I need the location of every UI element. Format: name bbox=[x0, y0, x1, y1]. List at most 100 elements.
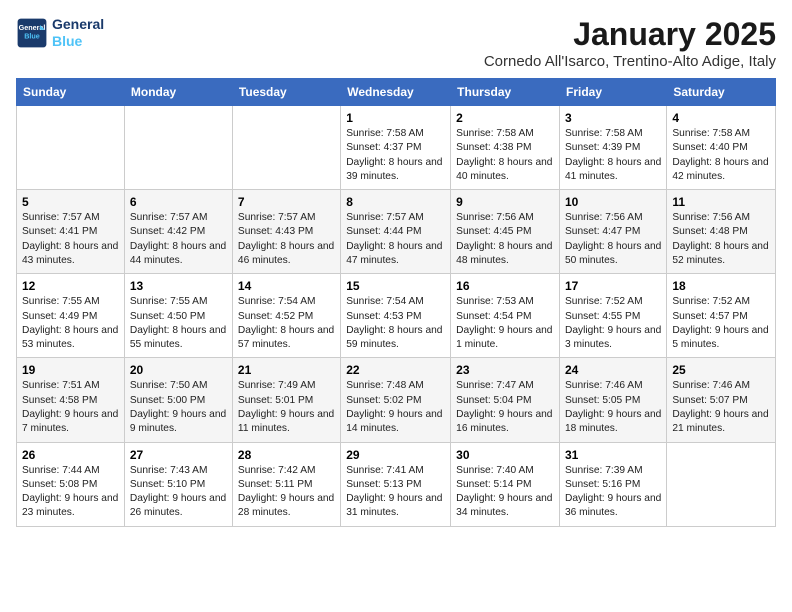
calendar-cell bbox=[667, 442, 776, 526]
day-number: 12 bbox=[22, 279, 119, 293]
calendar-cell: 4Sunrise: 7:58 AM Sunset: 4:40 PM Daylig… bbox=[667, 106, 776, 190]
day-number: 25 bbox=[672, 363, 770, 377]
day-number: 3 bbox=[565, 111, 661, 125]
day-number: 15 bbox=[346, 279, 445, 293]
day-number: 31 bbox=[565, 448, 661, 462]
day-number: 18 bbox=[672, 279, 770, 293]
logo-icon: General Blue bbox=[16, 17, 48, 49]
calendar-cell: 6Sunrise: 7:57 AM Sunset: 4:42 PM Daylig… bbox=[124, 190, 232, 274]
calendar-cell: 23Sunrise: 7:47 AM Sunset: 5:04 PM Dayli… bbox=[451, 358, 560, 442]
day-info: Sunrise: 7:57 AM Sunset: 4:44 PM Dayligh… bbox=[346, 211, 445, 268]
day-info: Sunrise: 7:50 AM Sunset: 5:00 PM Dayligh… bbox=[130, 379, 227, 436]
day-number: 27 bbox=[130, 448, 227, 462]
calendar-cell: 20 Sunrise: 7:50 AM Sunset: 5:00 PM Dayli… bbox=[124, 358, 232, 442]
day-info: Sunrise: 7:56 AM Sunset: 4:47 PM Dayligh… bbox=[565, 211, 661, 268]
day-number: 29 bbox=[346, 448, 445, 462]
day-number: 8 bbox=[346, 195, 445, 209]
day-number: 11 bbox=[672, 195, 770, 209]
day-number: 17 bbox=[565, 279, 661, 293]
day-number: 13 bbox=[130, 279, 227, 293]
calendar-cell: 13 Sunrise: 7:55 AM Sunset: 4:50 PM Dayli… bbox=[124, 274, 232, 358]
week-row-4: 19Sunrise: 7:51 AM Sunset: 4:58 PM Dayli… bbox=[17, 358, 776, 442]
day-number: 4 bbox=[672, 111, 770, 125]
calendar-cell: 27 Sunrise: 7:43 AM Sunset: 5:10 PM Dayli… bbox=[124, 442, 232, 526]
day-info: Sunrise: 7:46 AM Sunset: 5:05 PM Dayligh… bbox=[565, 379, 661, 436]
day-number: 7 bbox=[238, 195, 335, 209]
day-number: 22 bbox=[346, 363, 445, 377]
weekday-header-row: SundayMondayTuesdayWednesdayThursdayFrid… bbox=[17, 79, 776, 106]
calendar-cell: 26 Sunrise: 7:44 AM Sunset: 5:08 PM Dayli… bbox=[17, 442, 125, 526]
day-number: 20 bbox=[130, 363, 227, 377]
day-info: Sunrise: 7:49 AM Sunset: 5:01 PM Dayligh… bbox=[238, 379, 335, 436]
day-info: Sunrise: 7:55 AM Sunset: 4:50 PM Dayligh… bbox=[130, 295, 227, 352]
header: General Blue General Blue January 2025 C… bbox=[16, 16, 776, 70]
day-number: 2 bbox=[456, 111, 554, 125]
calendar-cell: 15 Sunrise: 7:54 AM Sunset: 4:53 PM Dayli… bbox=[341, 274, 451, 358]
day-info: Sunrise: 7:55 AM Sunset: 4:49 PM Dayligh… bbox=[22, 295, 119, 352]
calendar-cell: 2 Sunrise: 7:58 AM Sunset: 4:38 PM Daylig… bbox=[451, 106, 560, 190]
title-block: January 2025 Cornedo All'Isarco, Trentin… bbox=[484, 16, 776, 70]
day-number: 9 bbox=[456, 195, 554, 209]
week-row-1: 1 Sunrise: 7:58 AM Sunset: 4:37 PM Daylig… bbox=[17, 106, 776, 190]
weekday-header-friday: Friday bbox=[560, 79, 667, 106]
calendar-cell: 18 Sunrise: 7:52 AM Sunset: 4:57 PM Dayli… bbox=[667, 274, 776, 358]
day-info: Sunrise: 7:39 AM Sunset: 5:16 PM Dayligh… bbox=[565, 464, 661, 521]
day-number: 24 bbox=[565, 363, 661, 377]
calendar-cell: 1 Sunrise: 7:58 AM Sunset: 4:37 PM Daylig… bbox=[341, 106, 451, 190]
calendar-cell: 17 Sunrise: 7:52 AM Sunset: 4:55 PM Dayli… bbox=[560, 274, 667, 358]
location-title: Cornedo All'Isarco, Trentino-Alto Adige,… bbox=[484, 53, 776, 70]
calendar-cell: 28Sunrise: 7:42 AM Sunset: 5:11 PM Dayli… bbox=[232, 442, 340, 526]
month-title: January 2025 bbox=[484, 16, 776, 53]
svg-text:Blue: Blue bbox=[24, 31, 40, 40]
day-info: Sunrise: 7:51 AM Sunset: 4:58 PM Dayligh… bbox=[22, 379, 119, 436]
week-row-5: 26 Sunrise: 7:44 AM Sunset: 5:08 PM Dayli… bbox=[17, 442, 776, 526]
day-number: 1 bbox=[346, 111, 445, 125]
calendar-cell: 29Sunrise: 7:41 AM Sunset: 5:13 PM Dayli… bbox=[341, 442, 451, 526]
day-info: Sunrise: 7:57 AM Sunset: 4:41 PM Dayligh… bbox=[22, 211, 119, 268]
day-info: Sunrise: 7:52 AM Sunset: 4:57 PM Dayligh… bbox=[672, 295, 770, 352]
calendar-cell: 24 Sunrise: 7:46 AM Sunset: 5:05 PM Dayli… bbox=[560, 358, 667, 442]
calendar-cell: 12 Sunrise: 7:55 AM Sunset: 4:49 PM Dayli… bbox=[17, 274, 125, 358]
calendar-cell: 19Sunrise: 7:51 AM Sunset: 4:58 PM Dayli… bbox=[17, 358, 125, 442]
calendar-cell: 7 Sunrise: 7:57 AM Sunset: 4:43 PM Daylig… bbox=[232, 190, 340, 274]
day-info: Sunrise: 7:56 AM Sunset: 4:48 PM Dayligh… bbox=[672, 211, 770, 268]
day-number: 14 bbox=[238, 279, 335, 293]
day-number: 30 bbox=[456, 448, 554, 462]
logo-text: General Blue bbox=[52, 16, 104, 50]
day-info: Sunrise: 7:44 AM Sunset: 5:08 PM Dayligh… bbox=[22, 464, 119, 521]
weekday-header-wednesday: Wednesday bbox=[341, 79, 451, 106]
calendar-cell bbox=[232, 106, 340, 190]
calendar-cell: 3Sunrise: 7:58 AM Sunset: 4:39 PM Daylig… bbox=[560, 106, 667, 190]
day-number: 5 bbox=[22, 195, 119, 209]
day-info: Sunrise: 7:57 AM Sunset: 4:43 PM Dayligh… bbox=[238, 211, 335, 268]
weekday-header-sunday: Sunday bbox=[17, 79, 125, 106]
calendar-cell bbox=[17, 106, 125, 190]
calendar-cell bbox=[124, 106, 232, 190]
day-info: Sunrise: 7:54 AM Sunset: 4:52 PM Dayligh… bbox=[238, 295, 335, 352]
weekday-header-tuesday: Tuesday bbox=[232, 79, 340, 106]
day-number: 21 bbox=[238, 363, 335, 377]
day-info: Sunrise: 7:56 AM Sunset: 4:45 PM Dayligh… bbox=[456, 211, 554, 268]
day-number: 26 bbox=[22, 448, 119, 462]
day-info: Sunrise: 7:54 AM Sunset: 4:53 PM Dayligh… bbox=[346, 295, 445, 352]
calendar-cell: 14 Sunrise: 7:54 AM Sunset: 4:52 PM Dayli… bbox=[232, 274, 340, 358]
calendar-cell: 16Sunrise: 7:53 AM Sunset: 4:54 PM Dayli… bbox=[451, 274, 560, 358]
day-info: Sunrise: 7:52 AM Sunset: 4:55 PM Dayligh… bbox=[565, 295, 661, 352]
day-info: Sunrise: 7:58 AM Sunset: 4:37 PM Dayligh… bbox=[346, 127, 445, 184]
calendar-cell: 9 Sunrise: 7:56 AM Sunset: 4:45 PM Daylig… bbox=[451, 190, 560, 274]
calendar-cell: 10Sunrise: 7:56 AM Sunset: 4:47 PM Dayli… bbox=[560, 190, 667, 274]
day-info: Sunrise: 7:47 AM Sunset: 5:04 PM Dayligh… bbox=[456, 379, 554, 436]
calendar-cell: 5 Sunrise: 7:57 AM Sunset: 4:41 PM Daylig… bbox=[17, 190, 125, 274]
week-row-3: 12 Sunrise: 7:55 AM Sunset: 4:49 PM Dayli… bbox=[17, 274, 776, 358]
day-number: 6 bbox=[130, 195, 227, 209]
calendar-cell: 22Sunrise: 7:48 AM Sunset: 5:02 PM Dayli… bbox=[341, 358, 451, 442]
day-info: Sunrise: 7:42 AM Sunset: 5:11 PM Dayligh… bbox=[238, 464, 335, 521]
day-info: Sunrise: 7:43 AM Sunset: 5:10 PM Dayligh… bbox=[130, 464, 227, 521]
calendar-cell: 25Sunrise: 7:46 AM Sunset: 5:07 PM Dayli… bbox=[667, 358, 776, 442]
day-info: Sunrise: 7:58 AM Sunset: 4:38 PM Dayligh… bbox=[456, 127, 554, 184]
calendar-cell: 31 Sunrise: 7:39 AM Sunset: 5:16 PM Dayli… bbox=[560, 442, 667, 526]
calendar-cell: 8 Sunrise: 7:57 AM Sunset: 4:44 PM Daylig… bbox=[341, 190, 451, 274]
calendar-cell: 11 Sunrise: 7:56 AM Sunset: 4:48 PM Dayli… bbox=[667, 190, 776, 274]
weekday-header-thursday: Thursday bbox=[451, 79, 560, 106]
day-info: Sunrise: 7:53 AM Sunset: 4:54 PM Dayligh… bbox=[456, 295, 554, 352]
